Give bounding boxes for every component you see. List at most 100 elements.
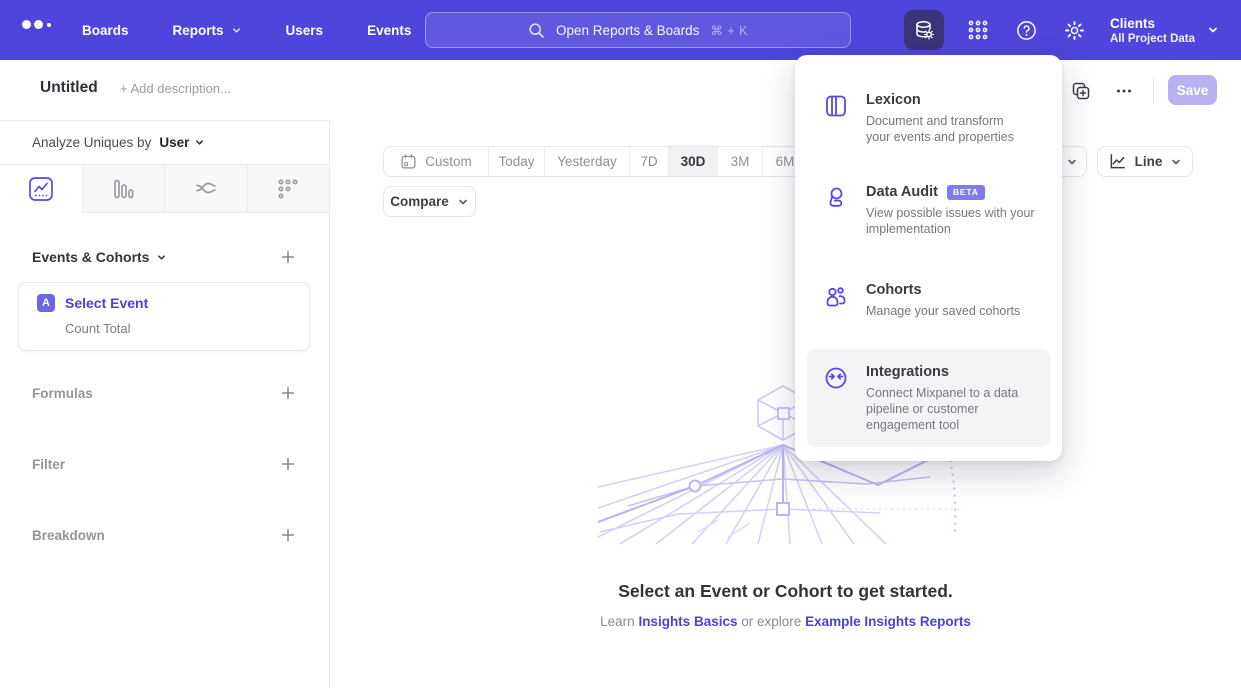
date-range-custom[interactable]: Custom bbox=[384, 147, 488, 176]
date-range-label: Yesterday bbox=[557, 154, 617, 169]
integrations-sync-icon bbox=[823, 363, 851, 433]
nav-item-boards[interactable]: Boards bbox=[82, 23, 129, 38]
analyze-value: User bbox=[159, 135, 189, 150]
mixpanel-logo-icon[interactable] bbox=[22, 20, 51, 29]
chart-type-dropdown[interactable]: Line bbox=[1097, 146, 1193, 177]
menu-item-cohorts[interactable]: Cohorts Manage your saved cohorts bbox=[807, 267, 1050, 333]
menu-item-integrations[interactable]: Integrations Connect Mixpanel to a data … bbox=[807, 349, 1050, 447]
nav-item-label: Events bbox=[367, 23, 411, 38]
chevron-down-icon bbox=[194, 137, 205, 148]
formulas-section: Formulas bbox=[32, 382, 299, 404]
date-range-7d[interactable]: 7D bbox=[629, 147, 668, 176]
menu-item-description: Document and transform your events and p… bbox=[866, 113, 1014, 145]
date-range-30d-active[interactable]: 30D bbox=[668, 147, 717, 176]
date-range-3m[interactable]: 3M bbox=[717, 147, 762, 176]
example-insights-reports-link[interactable]: Example Insights Reports bbox=[805, 614, 971, 629]
nav-item-label: Boards bbox=[82, 23, 129, 38]
plus-icon bbox=[280, 456, 296, 472]
cohorts-people-icon bbox=[823, 281, 851, 319]
date-range-today[interactable]: Today bbox=[488, 147, 544, 176]
org-name: Clients bbox=[1110, 15, 1195, 32]
analyze-label: Analyze Uniques by bbox=[32, 135, 151, 150]
nav-item-users[interactable]: Users bbox=[286, 23, 324, 38]
settings-button[interactable] bbox=[1060, 16, 1088, 44]
chevron-down-icon bbox=[231, 25, 242, 36]
add-description-field[interactable]: + Add description... bbox=[120, 81, 231, 96]
menu-item-description: Manage your saved cohorts bbox=[866, 303, 1020, 319]
save-button[interactable]: Save bbox=[1168, 75, 1217, 105]
menu-item-description: View possible issues with your implement… bbox=[866, 205, 1035, 237]
insights-basics-link[interactable]: Insights Basics bbox=[638, 614, 737, 629]
project-selector[interactable]: Clients All Project Data bbox=[1110, 15, 1219, 46]
search-shortcut: ⌘ + K bbox=[710, 23, 748, 38]
grid-dots-icon bbox=[967, 19, 989, 41]
ellipsis-icon bbox=[1115, 82, 1133, 100]
chevron-down-icon bbox=[1207, 24, 1219, 36]
add-formula-button[interactable] bbox=[277, 382, 299, 404]
event-row-card[interactable]: A Select Event Count Total bbox=[18, 282, 310, 351]
plus-icon bbox=[280, 249, 296, 265]
data-management-button[interactable] bbox=[904, 10, 944, 50]
nav-item-events[interactable]: Events bbox=[367, 23, 411, 38]
menu-item-data-audit[interactable]: Data Audit BETA View possible issues wit… bbox=[807, 169, 1050, 251]
event-aggregation-dropdown[interactable]: Count Total bbox=[65, 321, 295, 336]
lexicon-book-icon bbox=[823, 91, 851, 145]
more-actions-button[interactable] bbox=[1111, 78, 1137, 104]
top-navigation-bar: Boards Reports Users Events Open Reports… bbox=[0, 0, 1241, 60]
beta-badge: BETA bbox=[947, 185, 985, 200]
nav-item-label: Reports bbox=[173, 23, 224, 38]
desc-line: implementation bbox=[866, 221, 1035, 237]
empty-state-heading: Select an Event or Cohort to get started… bbox=[330, 581, 1241, 602]
desc-line: engagement tool bbox=[866, 417, 1018, 433]
query-builder-sidebar: Analyze Uniques by User bbox=[0, 120, 330, 688]
global-search-input[interactable]: Open Reports & Boards ⌘ + K bbox=[425, 12, 851, 48]
menu-item-description: Connect Mixpanel to a data pipeline or c… bbox=[866, 385, 1018, 433]
chevron-down-icon bbox=[156, 252, 167, 263]
desc-line: Manage your saved cohorts bbox=[866, 303, 1020, 319]
nav-right-cluster: Clients All Project Data bbox=[904, 0, 1219, 60]
nav-item-label: Users bbox=[286, 23, 324, 38]
date-range-label: 3M bbox=[731, 154, 750, 169]
report-canvas: Custom Today Yesterday 7D 30D 3M 6M Comp… bbox=[330, 120, 1241, 688]
desc-line: Document and transform bbox=[866, 113, 1014, 129]
events-cohorts-label: Events & Cohorts bbox=[32, 249, 149, 265]
add-filter-button[interactable] bbox=[277, 453, 299, 475]
events-cohorts-dropdown[interactable]: Events & Cohorts bbox=[32, 249, 167, 265]
date-range-label: Custom bbox=[425, 154, 472, 169]
add-event-button[interactable] bbox=[277, 246, 299, 268]
date-range-yesterday[interactable]: Yesterday bbox=[544, 147, 629, 176]
tab-line-chart[interactable] bbox=[0, 165, 82, 213]
filter-section: Filter bbox=[32, 453, 299, 475]
nav-item-reports[interactable]: Reports bbox=[173, 23, 242, 38]
analyze-uniques-row: Analyze Uniques by User bbox=[0, 121, 329, 165]
flow-sankey-tab-icon bbox=[194, 177, 218, 201]
search-icon bbox=[528, 22, 545, 39]
event-letter-badge: A bbox=[37, 294, 55, 312]
apps-grid-button[interactable] bbox=[964, 16, 992, 44]
select-event-button[interactable]: Select Event bbox=[65, 295, 148, 311]
line-chart-tab-icon bbox=[28, 176, 54, 202]
menu-item-lexicon[interactable]: Lexicon Document and transform your even… bbox=[807, 77, 1050, 159]
tab-metrics-grid[interactable] bbox=[247, 165, 330, 213]
gear-icon bbox=[1063, 19, 1086, 42]
empty-state-subtext: Learn Insights Basics or explore Example… bbox=[330, 614, 1241, 629]
compare-button[interactable]: Compare bbox=[383, 186, 476, 217]
add-breakdown-button[interactable] bbox=[277, 524, 299, 546]
desc-line: Connect Mixpanel to a data bbox=[866, 385, 1018, 401]
help-button[interactable] bbox=[1012, 16, 1040, 44]
duplicate-report-button[interactable] bbox=[1068, 78, 1094, 104]
chart-type-tabs bbox=[0, 165, 329, 213]
calendar-icon bbox=[400, 153, 417, 170]
tab-bar-chart[interactable] bbox=[82, 165, 165, 213]
data-management-menu: Lexicon Document and transform your even… bbox=[795, 55, 1062, 461]
search-placeholder: Open Reports & Boards bbox=[556, 23, 699, 38]
bar-chart-tab-icon bbox=[111, 177, 135, 201]
analyze-value-dropdown[interactable]: User bbox=[159, 135, 205, 150]
report-title[interactable]: Untitled bbox=[40, 79, 98, 97]
date-range-label: 6M bbox=[776, 154, 795, 169]
menu-item-title: Cohorts bbox=[866, 281, 922, 299]
tab-flow-chart[interactable] bbox=[164, 165, 247, 213]
desc-line: your events and properties bbox=[866, 129, 1014, 145]
breakdown-section: Breakdown bbox=[32, 524, 299, 546]
menu-item-title: Lexicon bbox=[866, 91, 921, 109]
